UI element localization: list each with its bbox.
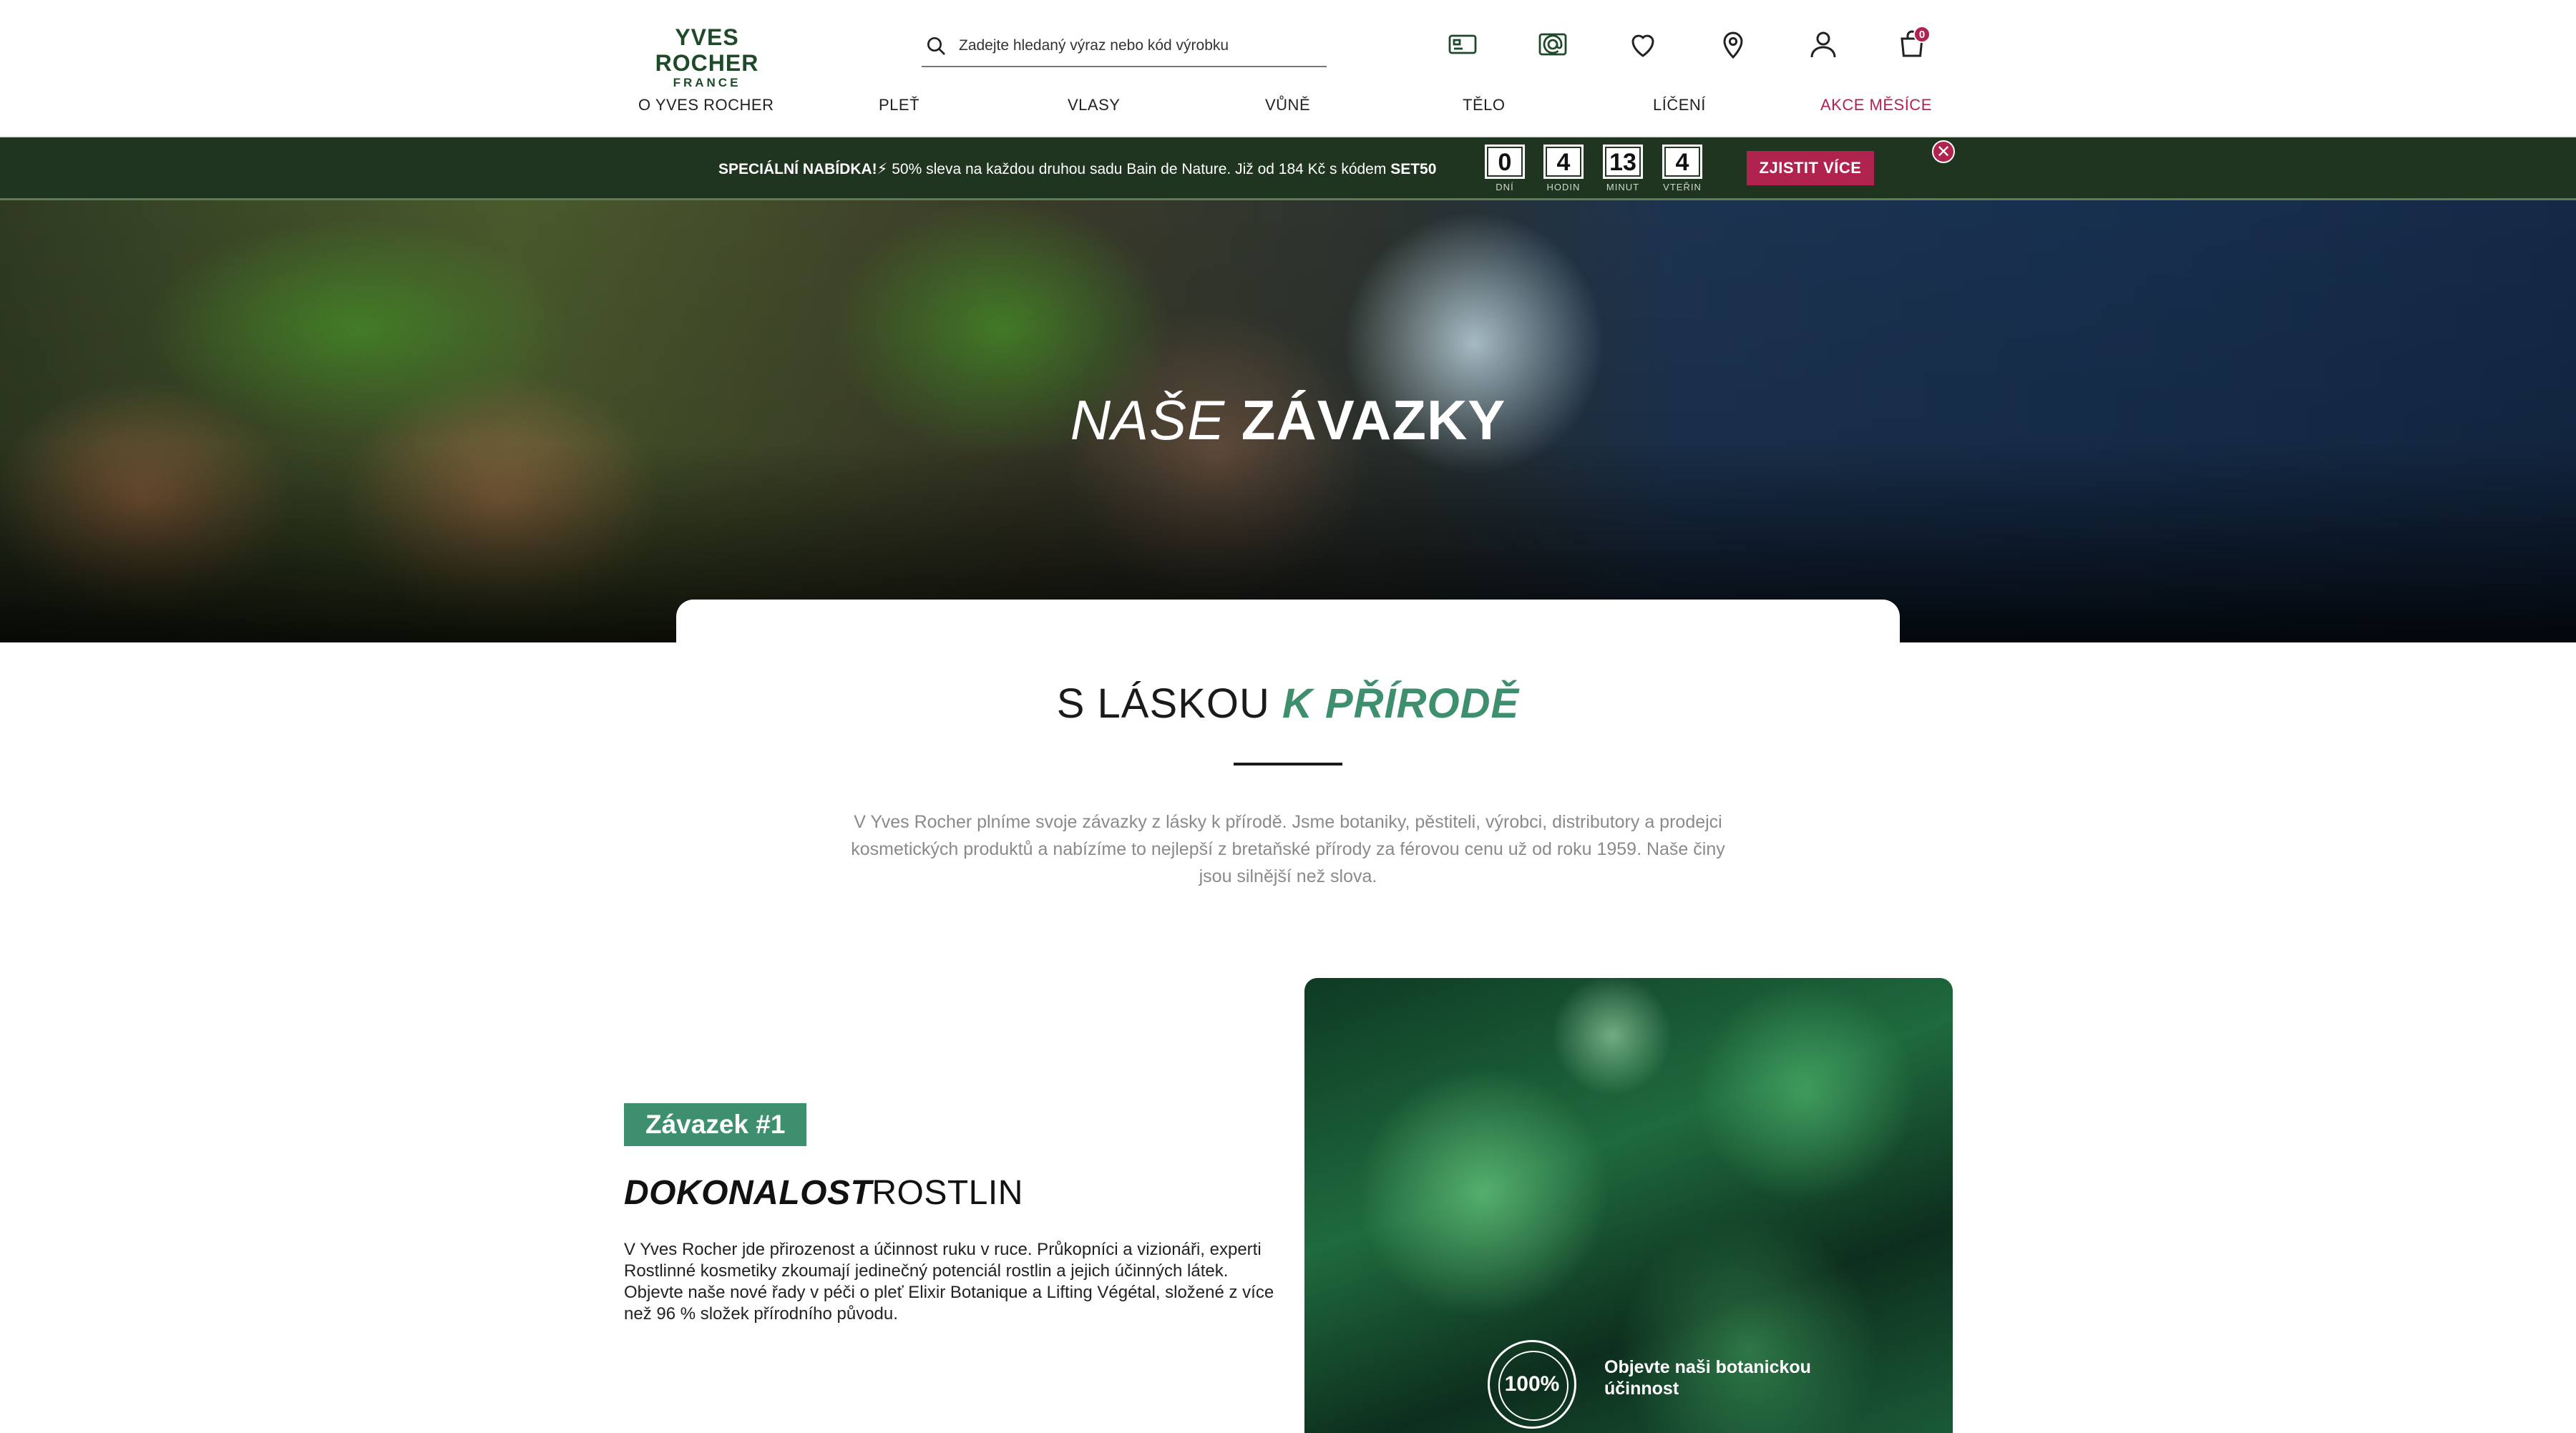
- promo-text: SPECIÁLNÍ NABÍDKA!⚡ 50% sleva na každou …: [718, 160, 1436, 178]
- user-icon[interactable]: [1803, 24, 1843, 64]
- hero-banner: NAŠE ZÁVAZKY: [0, 200, 2576, 642]
- countdown-days: 0 DNÍ: [1485, 145, 1525, 192]
- intro-text: V Yves Rocher plníme svoje závazky z lás…: [851, 812, 1725, 886]
- countdown-value: 4: [1662, 145, 1702, 179]
- hero-title-light: NAŠE: [1070, 388, 1226, 451]
- promo-code: SET50: [1390, 161, 1437, 177]
- commitment-text: V Yves Rocher jde přirozenost a účinnost…: [624, 1240, 1274, 1324]
- lightning-icon: ⚡: [877, 161, 888, 177]
- intro-title: S LÁSKOU K PŘÍRODĚ: [0, 680, 2576, 728]
- brand-logo[interactable]: YVES ROCHER FRANCE: [621, 24, 793, 90]
- natural-ingredients-seal-icon: 100%: [1488, 1340, 1576, 1429]
- promo-banner: SPECIÁLNÍ NABÍDKA!⚡ 50% sleva na každou …: [0, 137, 2576, 200]
- commitment-title-plain: ROSTLIN: [872, 1174, 1023, 1212]
- promo-cta-button[interactable]: ZJISTIT VÍCE: [1747, 151, 1874, 185]
- logo-sub-text: FRANCE: [673, 76, 741, 89]
- nav-item-telo[interactable]: TĚLO: [1463, 96, 1505, 114]
- commitment-title-bold: DOKONALOST: [624, 1174, 872, 1212]
- heart-icon[interactable]: [1623, 24, 1663, 64]
- logo-main-text: YVES ROCHER: [655, 24, 759, 76]
- countdown-unit: DNÍ: [1496, 182, 1514, 192]
- countdown-unit: MINUT: [1606, 182, 1640, 192]
- countdown-unit: VTEŘIN: [1663, 182, 1702, 192]
- close-icon[interactable]: ✕: [1932, 140, 1955, 163]
- intro-divider: [1234, 763, 1342, 766]
- countdown-unit: HODIN: [1546, 182, 1581, 192]
- nav-item-akce-mesice[interactable]: AKCE MĚSÍCE: [1820, 96, 1932, 114]
- hero-title: NAŠE ZÁVAZKY: [0, 388, 2576, 453]
- promo-label: SPECIÁLNÍ NABÍDKA!: [718, 161, 877, 177]
- countdown-value: 4: [1543, 145, 1584, 179]
- intro-title-accent: K PŘÍRODĚ: [1282, 680, 1520, 727]
- email-card-icon[interactable]: [1533, 24, 1573, 64]
- countdown-hours: 4 HODIN: [1543, 145, 1584, 192]
- location-pin-icon[interactable]: [1713, 24, 1753, 64]
- nav-item-vlasy[interactable]: VLASY: [1068, 96, 1120, 114]
- promo-description: 50% sleva na každou druhou sadu Bain de …: [887, 161, 1391, 177]
- countdown-value: 0: [1485, 145, 1525, 179]
- nav-item-o-yves-rocher[interactable]: O YVES ROCHER: [638, 96, 774, 114]
- intro-title-plain: S LÁSKOU: [1056, 680, 1270, 727]
- countdown-value: 13: [1603, 145, 1643, 179]
- cart-icon[interactable]: 0: [1892, 24, 1932, 64]
- countdown-seconds: 4 VTEŘIN: [1662, 145, 1702, 192]
- seal-text: 100%: [1504, 1372, 1560, 1396]
- countdown-minutes: 13 MINUT: [1603, 145, 1643, 192]
- site-header: YVES ROCHER FRANCE 0 O YVES ROCHER PLEŤ …: [0, 0, 2576, 137]
- cart-count-badge: 0: [1913, 26, 1931, 43]
- hero-title-bold: ZÁVAZKY: [1241, 388, 1506, 451]
- gift-card-icon[interactable]: [1443, 24, 1483, 64]
- media-cta-link[interactable]: Objevte naši botanickou účinnost: [1604, 1356, 1819, 1399]
- search-input[interactable]: [959, 37, 1302, 54]
- content-card-top: [676, 600, 1900, 657]
- nav-item-plet[interactable]: PLEŤ: [879, 96, 919, 114]
- commitment-title: DOKONALOSTROSTLIN: [624, 1173, 1023, 1213]
- nav-item-vune[interactable]: VŮNĚ: [1265, 96, 1310, 114]
- main-nav: O YVES ROCHER PLEŤ VLASY VŮNĚ TĚLO LÍČEN…: [630, 96, 1939, 124]
- search-icon[interactable]: [924, 34, 947, 57]
- search-bar: [922, 26, 1327, 67]
- commitment-badge: Závazek #1: [624, 1103, 807, 1146]
- nav-item-liceni[interactable]: LÍČENÍ: [1653, 96, 1706, 114]
